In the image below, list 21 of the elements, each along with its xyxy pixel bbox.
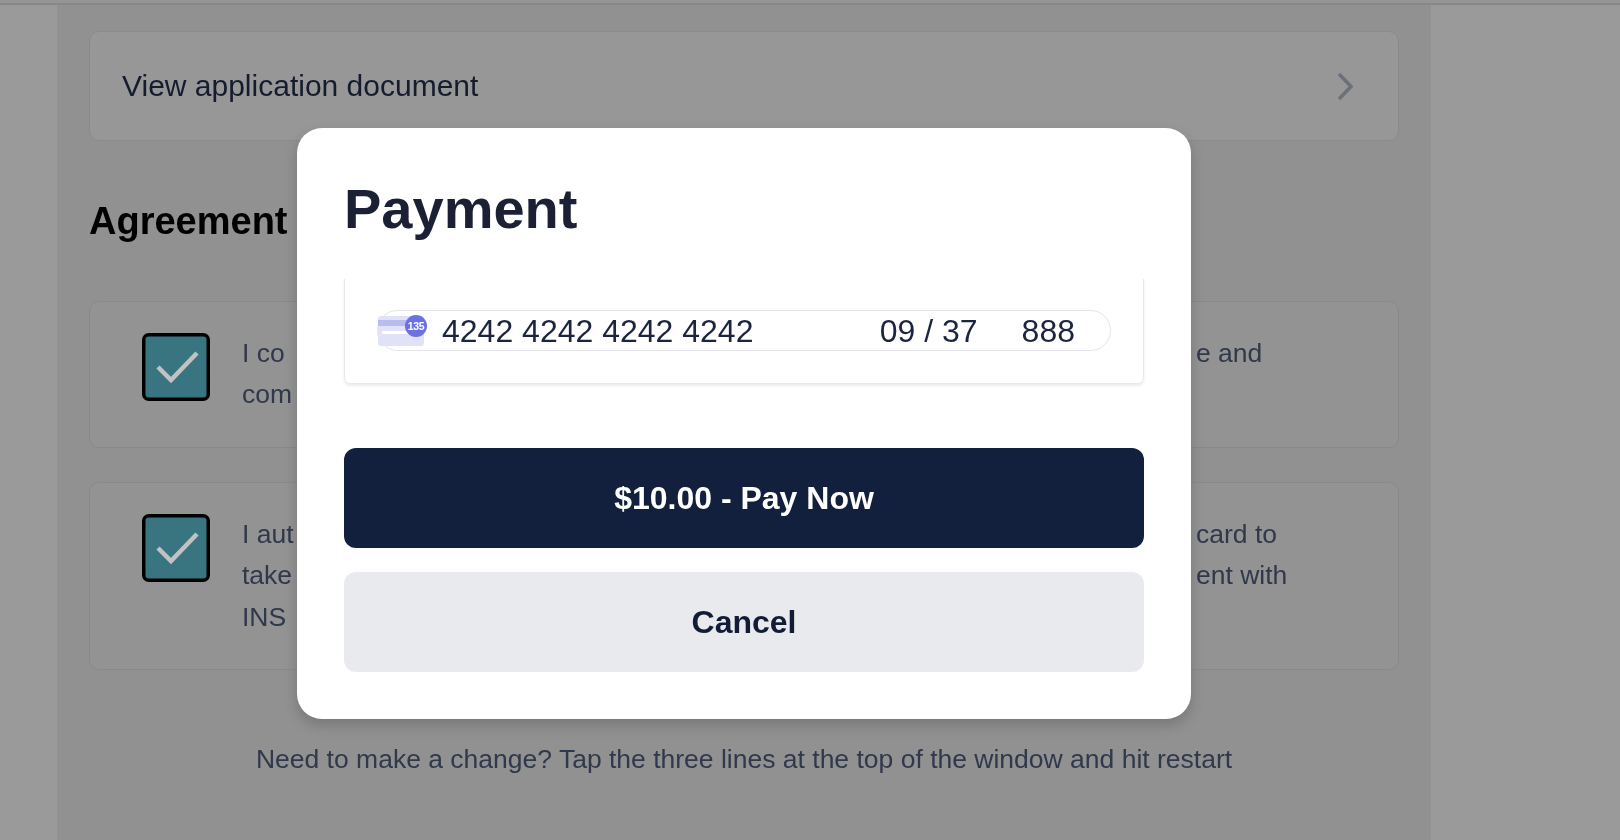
agreement-text: INS (242, 600, 287, 634)
agreement-text: take (242, 559, 293, 593)
cvc-value[interactable]: 888 (1021, 311, 1075, 350)
cancel-button[interactable]: Cancel (344, 572, 1144, 672)
chevron-right-icon (1337, 71, 1353, 101)
section-heading: Agreement (89, 199, 288, 244)
agreement-text: e and (1196, 336, 1263, 370)
agreement-text: card to (1196, 517, 1277, 551)
dialog-title: Payment (344, 177, 578, 241)
checkbox[interactable] (142, 513, 210, 582)
agreement-text: I co (242, 336, 285, 370)
checkbox[interactable] (142, 332, 210, 401)
agreement-text: com (242, 378, 293, 412)
card-number-value[interactable]: 4242 4242 4242 4242 (442, 311, 754, 350)
document-link[interactable]: View application document (89, 31, 1399, 141)
card-badge: 135 (405, 314, 427, 337)
pay-button[interactable]: $10.00 - Pay Now (344, 448, 1144, 548)
restart-hint: Need to make a change? Tap the three lines at the top of the window and hit restart (255, 743, 1233, 777)
agreement-text: ent with (1196, 559, 1288, 593)
expiry-value[interactable]: 09 / 37 (879, 311, 978, 350)
agreement-text: I aut (242, 517, 294, 551)
